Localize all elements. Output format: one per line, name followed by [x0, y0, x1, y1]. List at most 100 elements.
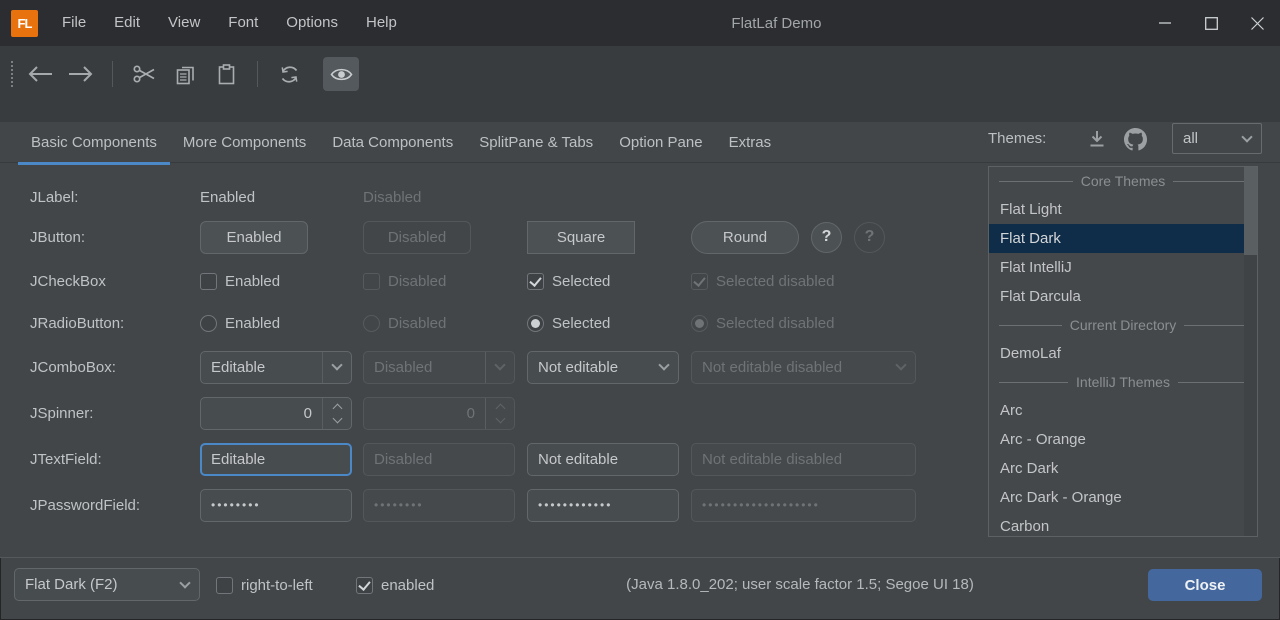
chevron-down-icon [331, 359, 342, 370]
jlabel-enabled-label: Enabled [200, 189, 255, 206]
chevron-down-icon [495, 413, 505, 423]
checkbox-label: Selected [552, 273, 610, 290]
combobox-not-editable[interactable]: Not editable [527, 351, 679, 384]
right-to-left-checkbox[interactable]: right-to-left [216, 568, 313, 602]
menu-file[interactable]: File [48, 0, 100, 46]
refresh-button[interactable] [271, 57, 307, 91]
github-button[interactable] [1120, 124, 1150, 154]
chevron-up-icon [332, 403, 342, 413]
paste-button[interactable] [208, 57, 244, 91]
menu-view[interactable]: View [154, 0, 214, 46]
runtime-info-text: (Java 1.8.0_202; user scale factor 1.5; … [520, 576, 1080, 593]
theme-item-flat-intellij[interactable]: Flat IntelliJ [989, 253, 1257, 282]
jpasswordfield-row-label: JPasswordField: [30, 497, 140, 514]
tab-bar: Basic Components More Components Data Co… [18, 122, 784, 163]
enabled-button[interactable]: Enabled [200, 221, 308, 254]
tab-data-components[interactable]: Data Components [319, 122, 466, 163]
theme-group-separator: Current Directory [989, 311, 1257, 339]
window-controls [1142, 0, 1280, 46]
chevron-down-icon [179, 577, 190, 588]
radio-selected-icon [691, 315, 708, 332]
radio-selected[interactable]: Selected [527, 306, 610, 340]
radio-label: Enabled [225, 315, 280, 332]
checkbox-selected[interactable]: Selected [527, 264, 610, 298]
tab-more-components[interactable]: More Components [170, 122, 319, 163]
theme-item-arc[interactable]: Arc [989, 396, 1257, 425]
forward-button[interactable] [63, 57, 99, 91]
tab-extras[interactable]: Extras [716, 122, 785, 163]
checkbox-enabled[interactable]: Enabled [200, 264, 280, 298]
round-button[interactable]: Round [691, 221, 799, 254]
jbutton-row: JButton: Enabled Disabled Square Round ?… [30, 220, 990, 254]
textfield-editable[interactable]: Editable [200, 443, 352, 476]
theme-item-flat-light[interactable]: Flat Light [989, 195, 1257, 224]
cut-button[interactable] [126, 57, 162, 91]
close-button[interactable]: Close [1148, 569, 1262, 601]
passwordfield-editable[interactable]: •••••••• [200, 489, 352, 522]
enabled-checkbox[interactable]: enabled [356, 568, 434, 602]
close-window-button[interactable] [1234, 0, 1280, 46]
radio-label: Disabled [388, 315, 446, 332]
combobox-editable[interactable]: Editable [200, 351, 352, 384]
tab-option-pane[interactable]: Option Pane [606, 122, 715, 163]
theme-item-flat-dark[interactable]: Flat Dark [989, 224, 1257, 253]
arrow-right-icon [68, 65, 94, 83]
enabled-label: enabled [381, 577, 434, 594]
tab-splitpane-tabs[interactable]: SplitPane & Tabs [466, 122, 606, 163]
minimize-button[interactable] [1142, 0, 1188, 46]
menu-help[interactable]: Help [352, 0, 411, 46]
checkbox-checked-icon [356, 577, 373, 594]
jcheckbox-row: JCheckBox Enabled Disabled Selected Sele… [30, 264, 990, 298]
help-button[interactable]: ? [811, 222, 842, 253]
textfield-not-editable[interactable]: Not editable [527, 443, 679, 476]
toolbar-grip-handle[interactable] [11, 61, 13, 87]
tab-basic-components[interactable]: Basic Components [18, 122, 170, 163]
theme-list-scrollbar[interactable] [1244, 167, 1257, 536]
theme-item-arc-dark[interactable]: Arc Dark [989, 454, 1257, 483]
menu-options[interactable]: Options [272, 0, 352, 46]
radio-label: Selected [552, 315, 610, 332]
show-hidden-toggle[interactable] [323, 57, 359, 91]
theme-item-arc-dark-orange[interactable]: Arc Dark - Orange [989, 483, 1257, 512]
square-button[interactable]: Square [527, 221, 635, 254]
checkbox-checked-icon [691, 273, 708, 290]
toolbar-separator [257, 61, 258, 87]
theme-item-carbon[interactable]: Carbon [989, 512, 1257, 537]
menu-font[interactable]: Font [214, 0, 272, 46]
jspinner-row: JSpinner: 0 0 [30, 396, 990, 430]
statusbar-separator [0, 557, 1280, 558]
jradiobutton-row: JRadioButton: Enabled Disabled Selected … [30, 306, 990, 340]
theme-filter-combobox[interactable]: all [1172, 123, 1262, 154]
radio-enabled[interactable]: Enabled [200, 306, 280, 340]
theme-item-arc-orange[interactable]: Arc - Orange [989, 425, 1257, 454]
passwordfield-not-editable[interactable]: •••••••••••• [527, 489, 679, 522]
chevron-down-icon [332, 413, 342, 423]
jlabel-row-label: JLabel: [30, 189, 78, 206]
radio-label: Selected disabled [716, 315, 834, 332]
themes-label: Themes: [988, 130, 1046, 147]
scrollbar-thumb[interactable] [1244, 167, 1257, 255]
laf-combobox[interactable]: Flat Dark (F2) [14, 568, 200, 601]
copy-icon [176, 64, 195, 85]
textfield-not-editable-disabled: Not editable disabled [691, 443, 916, 476]
menubar: File Edit View Font Options Help [48, 0, 411, 46]
spinner-value: 0 [201, 405, 322, 422]
jcheckbox-row-label: JCheckBox [30, 273, 106, 290]
spinner-buttons[interactable] [322, 398, 351, 429]
back-button[interactable] [22, 57, 58, 91]
spinner-enabled[interactable]: 0 [200, 397, 352, 430]
maximize-icon [1205, 17, 1218, 30]
combobox-arrow-button[interactable] [322, 352, 351, 383]
minimize-icon [1159, 17, 1171, 29]
copy-button[interactable] [167, 57, 203, 91]
theme-item-flat-darcula[interactable]: Flat Darcula [989, 282, 1257, 311]
theme-group-separator: IntelliJ Themes [989, 368, 1257, 396]
theme-item-demolaf[interactable]: DemoLaf [989, 339, 1257, 368]
jcombobox-row-label: JComboBox: [30, 359, 116, 376]
maximize-button[interactable] [1188, 0, 1234, 46]
combobox-value: Disabled [364, 359, 485, 376]
chevron-down-icon [494, 359, 505, 370]
download-themes-button[interactable] [1082, 124, 1112, 154]
menu-edit[interactable]: Edit [100, 0, 154, 46]
checkbox-disabled: Disabled [363, 264, 446, 298]
